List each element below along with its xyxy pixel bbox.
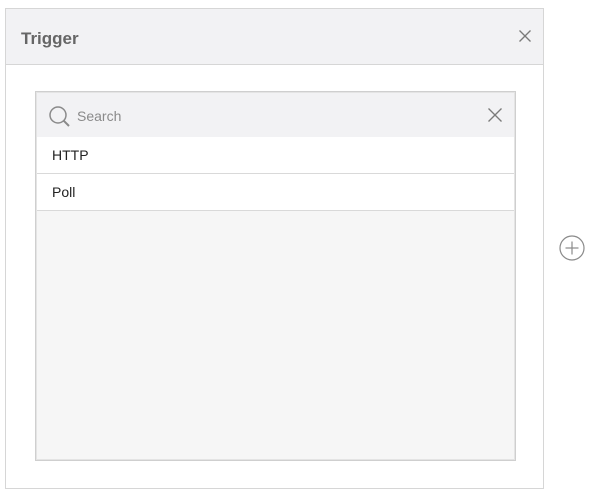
dialog-title: Trigger: [21, 29, 79, 48]
close-icon[interactable]: [517, 28, 533, 44]
plus-circle-icon[interactable]: [559, 235, 585, 261]
trigger-picker: HTTP Poll: [35, 91, 516, 461]
page: Trigger Search HTTP Poll: [0, 0, 593, 495]
option-poll[interactable]: Poll: [37, 174, 514, 211]
search-icon: [48, 105, 72, 129]
search-input[interactable]: [77, 105, 457, 127]
search-bar: [37, 93, 514, 137]
dialog-header: Trigger: [6, 9, 543, 65]
trigger-dialog: Trigger Search HTTP Poll: [5, 8, 544, 489]
option-http[interactable]: HTTP: [37, 137, 514, 174]
clear-icon[interactable]: [487, 107, 503, 123]
option-list: HTTP Poll: [37, 137, 514, 211]
